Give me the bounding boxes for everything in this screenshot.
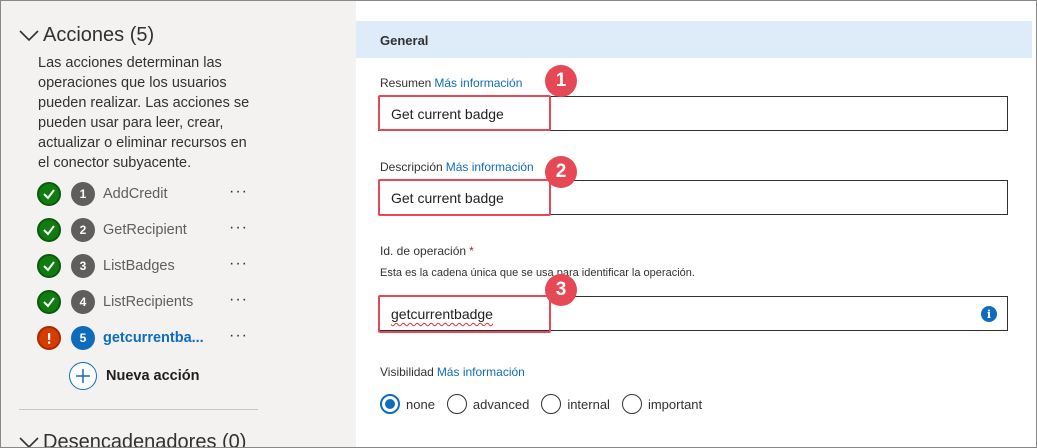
new-action-label: Nueva acción — [106, 368, 200, 384]
general-section-title: General — [380, 33, 429, 48]
action-item-listrecipients[interactable]: 4 ListRecipients ··· — [37, 289, 257, 315]
radio-internal[interactable]: internal — [541, 394, 610, 414]
more-options-icon[interactable]: ··· — [229, 325, 248, 347]
triggers-section-title: Desencadenadores (0) — [43, 430, 247, 448]
more-options-icon[interactable]: ··· — [229, 253, 248, 275]
action-number-badge: 4 — [71, 290, 95, 314]
callout-badge-2: 2 — [545, 156, 577, 188]
operation-id-hint: Esta es la cadena única que se usa para … — [380, 267, 695, 279]
chevron-down-icon — [19, 30, 39, 42]
description-more-info-link[interactable]: Más información — [446, 160, 534, 174]
success-check-icon — [37, 290, 61, 314]
new-action-button[interactable]: Nueva acción — [69, 362, 200, 390]
callout-badge-1: 1 — [545, 65, 577, 97]
summary-label: Resumen Más información — [380, 76, 522, 90]
more-options-icon[interactable]: ··· — [229, 217, 248, 239]
highlight-box-operation-id — [378, 295, 551, 333]
error-exclamation-icon — [37, 326, 61, 350]
action-name: GetRecipient — [103, 222, 187, 238]
visibility-radio-group: none advanced internal important — [380, 393, 714, 415]
action-number-badge: 2 — [71, 218, 95, 242]
right-panel: General Resumen Más información Get curre… — [356, 1, 1036, 447]
operation-id-label: Id. de operación * — [380, 244, 474, 258]
left-panel: Acciones (5) Las acciones determinan las… — [1, 1, 356, 447]
actions-section-title: Acciones (5) — [43, 23, 155, 46]
action-name: AddCredit — [103, 186, 168, 202]
action-number-badge: 3 — [71, 254, 95, 278]
summary-label-text: Resumen — [380, 76, 432, 90]
highlight-box-summary — [378, 95, 551, 131]
triggers-section-header[interactable]: Desencadenadores (0) — [19, 430, 246, 447]
action-item-getrecipient[interactable]: 2 GetRecipient ··· — [37, 217, 257, 243]
visibility-label-text: Visibilidad — [380, 365, 434, 379]
more-options-icon[interactable]: ··· — [229, 289, 248, 311]
success-check-icon — [37, 182, 61, 206]
chevron-down-icon — [19, 437, 39, 447]
callout-badge-3: 3 — [545, 274, 577, 306]
summary-more-info-link[interactable]: Más información — [434, 76, 522, 90]
highlight-box-description — [378, 179, 551, 216]
action-name: ListRecipients — [103, 294, 194, 310]
radio-label: advanced — [472, 396, 530, 412]
more-options-icon[interactable]: ··· — [229, 181, 248, 203]
action-name: getcurrentba... — [103, 330, 204, 346]
radio-label: none — [406, 396, 435, 412]
radio-advanced[interactable]: advanced — [446, 394, 530, 414]
action-name: ListBadges — [103, 258, 175, 274]
plus-icon — [69, 362, 97, 390]
actions-section-description: Las acciones determinan las operaciones … — [38, 55, 250, 171]
description-label: Descripción Más información — [380, 160, 534, 174]
visibility-label: Visibilidad Más información — [380, 365, 525, 379]
action-item-getcurrentbadge[interactable]: 5 getcurrentba... ··· — [37, 325, 257, 351]
radio-label: important — [647, 396, 703, 412]
radio-circle — [541, 394, 562, 414]
radio-label: internal — [567, 396, 610, 412]
radio-circle — [446, 394, 467, 414]
action-number-badge: 1 — [71, 182, 95, 206]
actions-section-header[interactable]: Acciones (5) — [19, 23, 154, 47]
radio-none[interactable]: none — [380, 394, 435, 414]
radio-circle-selected — [380, 394, 400, 414]
success-check-icon — [37, 218, 61, 242]
operation-id-label-text: Id. de operación — [380, 244, 467, 258]
section-divider — [19, 409, 258, 410]
action-item-listbadges[interactable]: 3 ListBadges ··· — [37, 253, 257, 279]
radio-circle — [621, 394, 642, 414]
description-label-text: Descripción — [380, 160, 443, 174]
success-check-icon — [37, 254, 61, 278]
action-number-badge: 5 — [71, 326, 95, 350]
visibility-more-info-link[interactable]: Más información — [437, 365, 525, 379]
required-asterisk: * — [469, 244, 474, 258]
radio-important[interactable]: important — [621, 394, 703, 414]
action-item-addcredit[interactable]: 1 AddCredit ··· — [37, 181, 257, 207]
general-section-header: General — [356, 21, 1032, 58]
info-icon[interactable]: i — [981, 306, 997, 322]
